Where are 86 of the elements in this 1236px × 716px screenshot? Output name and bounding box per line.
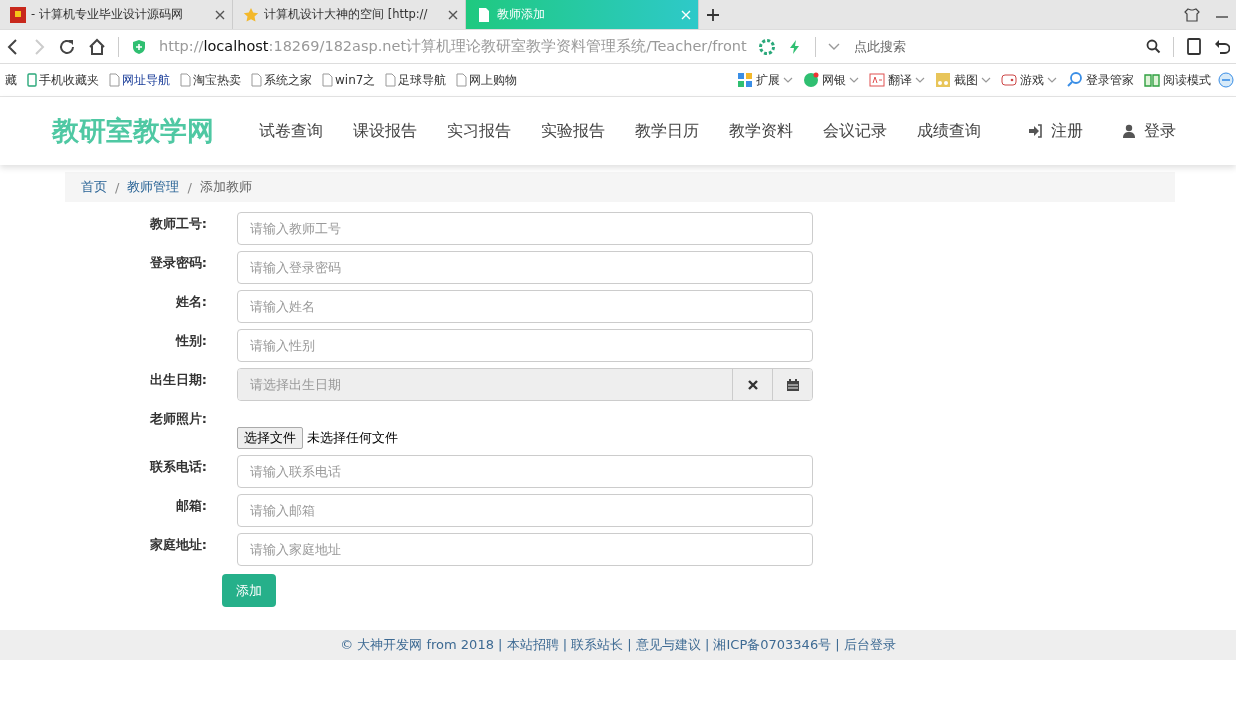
search-icon[interactable]	[1146, 39, 1161, 54]
toolbar-button[interactable]: 登录管家	[1086, 71, 1134, 89]
nav-link[interactable]: 实验报告	[526, 120, 620, 142]
tablet-icon[interactable]	[1186, 38, 1202, 55]
field-label: 性别:	[174, 332, 207, 350]
phone-icon	[27, 73, 37, 87]
bookmark-link[interactable]: 网上购物	[469, 71, 518, 89]
nav-link[interactable]: 实习报告	[432, 120, 526, 142]
page-icon	[456, 73, 468, 87]
shirt-icon[interactable]	[1184, 6, 1200, 23]
toolbar-button[interactable]: 网银	[822, 71, 846, 89]
input-field[interactable]: 请输入教师工号	[237, 212, 813, 245]
breadcrumb-link[interactable]: 首页	[81, 178, 107, 196]
field-label: 登录密码:	[148, 254, 207, 272]
close-icon[interactable]	[214, 8, 226, 21]
bookmark-link[interactable]: 手机收藏夹	[39, 71, 99, 89]
magnifier-icon	[1067, 72, 1083, 88]
toolbar-button[interactable]: 游戏	[1020, 71, 1044, 89]
input-field[interactable]: 请输入性别	[237, 329, 813, 362]
toolbar-button[interactable]: 扩展	[756, 71, 780, 89]
bookmark-link[interactable]: 网址导航	[122, 71, 170, 89]
field-label: 老师照片:	[148, 410, 207, 428]
new-tab-icon[interactable]	[707, 8, 719, 21]
shield-icon	[131, 38, 147, 55]
field-label: 出生日期:	[148, 371, 207, 389]
field-label: 邮箱:	[174, 497, 207, 515]
toolbar-button[interactable]: 翻译	[888, 71, 912, 89]
date-field[interactable]: 请选择出生日期	[237, 368, 813, 401]
chevron-down-icon[interactable]	[981, 76, 991, 84]
page-icon	[180, 73, 191, 87]
chevron-down-icon[interactable]	[849, 76, 859, 84]
page-icon	[109, 73, 120, 87]
input-field[interactable]: 请输入登录密码	[237, 251, 813, 284]
breadcrumb-separator: /	[187, 179, 192, 195]
login-link[interactable]: 登录	[1144, 120, 1176, 142]
grid-icon	[737, 72, 753, 88]
nav-link[interactable]: 会议记录	[808, 120, 902, 142]
chevron-down-icon[interactable]	[915, 76, 925, 84]
clear-icon[interactable]	[746, 378, 759, 391]
home-icon[interactable]	[88, 37, 106, 56]
user-icon	[1123, 124, 1135, 138]
toolbar-button[interactable]: 截图	[954, 71, 978, 89]
input-field[interactable]: 请输入联系电话	[237, 455, 813, 488]
register-link[interactable]: 注册	[1051, 120, 1083, 142]
breadcrumb-separator: /	[115, 179, 120, 195]
page-icon	[385, 73, 397, 87]
url-text[interactable]: http://localhost:18269/182asp.net计算机理论教研室教学资料管理系统/Teacher/front	[159, 37, 747, 56]
choose-file-button[interactable]: 选择文件	[237, 427, 303, 449]
chevron-down-icon[interactable]	[783, 76, 793, 84]
breadcrumb-link[interactable]: 教师管理	[127, 178, 180, 196]
bookmark-link[interactable]: 系统之家	[264, 71, 312, 89]
undo-icon[interactable]	[1214, 38, 1230, 55]
input-field[interactable]: 请输入邮箱	[237, 494, 813, 527]
bookmark-link[interactable]: 淘宝热卖	[193, 71, 241, 89]
sign-in-icon	[1028, 124, 1042, 138]
bookmark-link[interactable]: 足球导航	[398, 71, 447, 89]
nav-link[interactable]: 教学资料	[714, 120, 808, 142]
page-icon	[476, 6, 492, 23]
file-status: 未选择任何文件	[307, 429, 398, 447]
close-icon[interactable]	[447, 8, 459, 21]
book-icon	[1144, 72, 1160, 88]
input-field[interactable]: 请输入家庭地址	[237, 533, 813, 566]
bookmark-link[interactable]: win7之	[335, 71, 376, 89]
nav-link[interactable]: 成绩查询	[902, 120, 996, 142]
calendar-icon[interactable]	[786, 378, 799, 391]
nav-link[interactable]: 教学日历	[620, 120, 714, 142]
aperture-icon[interactable]	[758, 38, 775, 55]
bookmark-link[interactable]: 藏	[5, 71, 17, 89]
toolbar-button[interactable]: 阅读模式	[1163, 71, 1211, 89]
input-field[interactable]: 请输入姓名	[237, 290, 813, 323]
minus-circle-icon[interactable]	[1218, 72, 1234, 88]
page-icon	[251, 73, 262, 87]
breadcrumb-current: 添加教师	[199, 178, 252, 196]
footer-text: © 大神开发网 from 2018 | 本站招聘 | 联系站长 | 意见与建议 | 湘ICP备0703346号 | 后台登录	[340, 636, 896, 654]
translate-icon	[869, 72, 885, 88]
field-label: 姓名:	[174, 293, 207, 311]
field-label: 家庭地址:	[148, 536, 207, 554]
page-icon	[322, 73, 333, 87]
back-icon[interactable]	[6, 37, 20, 56]
nav-link[interactable]: 课设报告	[338, 120, 432, 142]
field-label: 联系电话:	[148, 458, 207, 476]
chevron-down-icon[interactable]	[1047, 76, 1057, 84]
reload-icon[interactable]	[58, 37, 76, 56]
nav-link[interactable]: 试卷查询	[244, 120, 338, 142]
field-label: 教师工号:	[148, 215, 207, 233]
star-icon	[243, 6, 259, 23]
